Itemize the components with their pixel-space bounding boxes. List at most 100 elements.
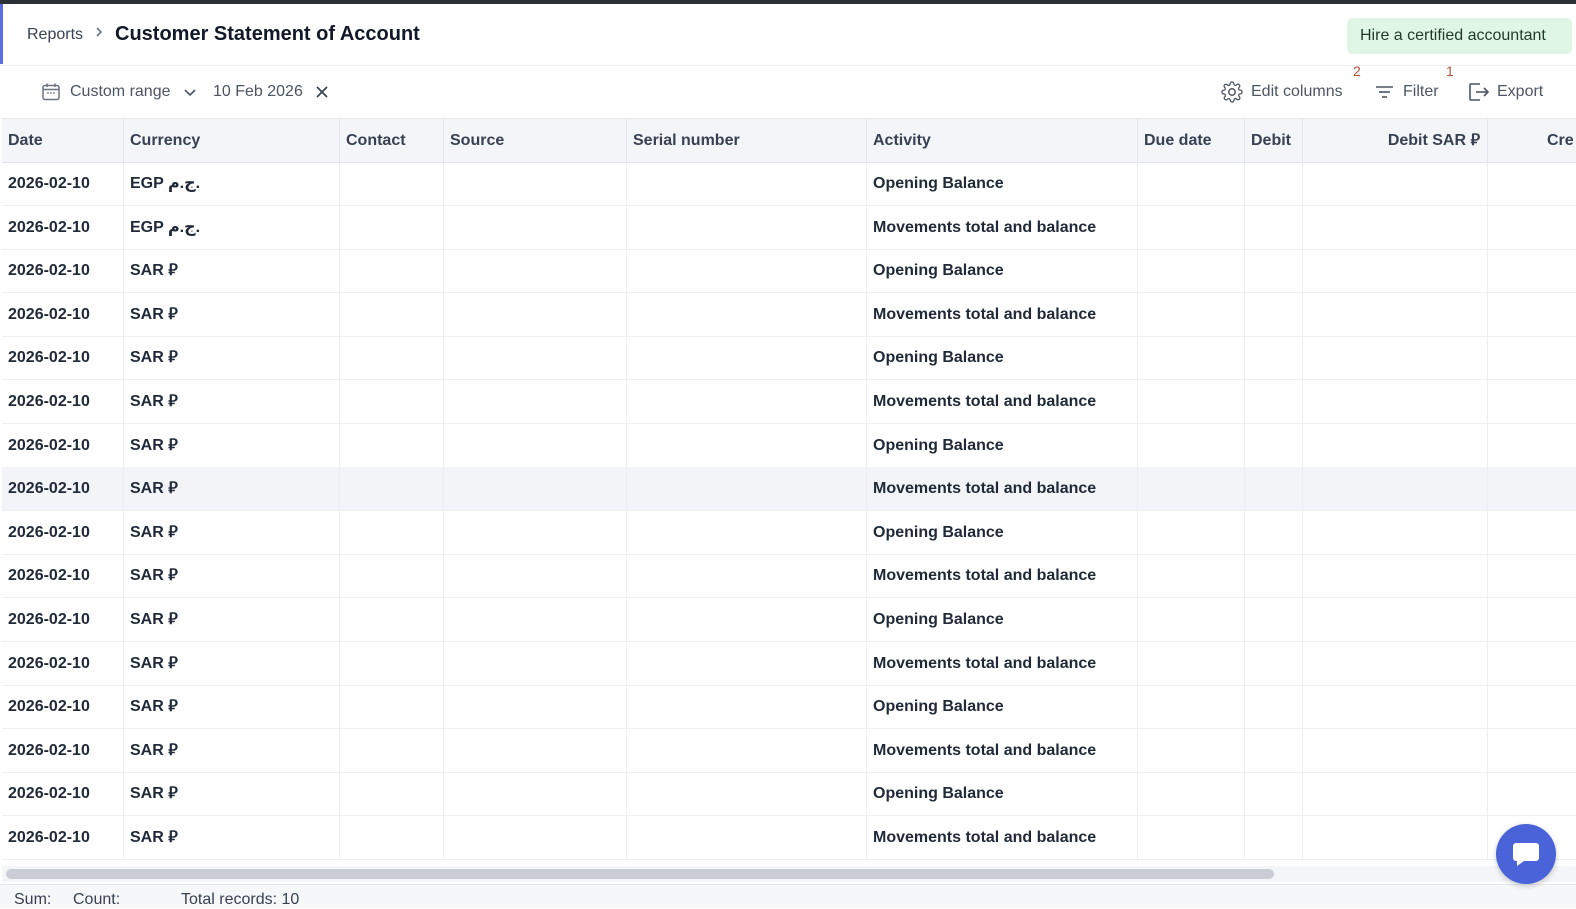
column-header-debit[interactable]: Debit xyxy=(1245,119,1303,162)
cell-currency: SAR ⃁ xyxy=(124,641,340,685)
cell-serial-number xyxy=(627,380,867,423)
close-icon xyxy=(315,85,329,99)
cell-due-date xyxy=(1138,162,1245,205)
table-row[interactable]: 2026-02-10 SAR ⃁ Movements total and balan… xyxy=(2,292,1576,337)
footer-sum: Sum: xyxy=(14,891,52,908)
cell-debit-sar xyxy=(1303,205,1488,249)
date-range-selector[interactable]: Custom range xyxy=(41,66,197,118)
cell-serial-number xyxy=(627,249,867,293)
cell-source xyxy=(444,249,627,293)
hire-accountant-button[interactable]: Hire a certified accountant xyxy=(1347,18,1572,54)
column-header-date[interactable]: Date xyxy=(2,119,124,162)
cell-debit-sar xyxy=(1303,598,1488,641)
table-row[interactable]: 2026-02-10 SAR ⃁ Movements total and balan… xyxy=(2,641,1576,686)
cell-credit xyxy=(1488,162,1576,205)
cell-serial-number xyxy=(627,554,867,598)
table-row[interactable]: 2026-02-10 SAR ⃁ Movements total and balan… xyxy=(2,816,1576,860)
cell-debit xyxy=(1245,467,1303,511)
cell-activity: Opening Balance xyxy=(867,249,1138,293)
cell-activity: Movements total and balance xyxy=(867,641,1138,685)
cell-credit xyxy=(1488,249,1576,292)
cell-due-date xyxy=(1138,510,1245,554)
column-header-debit-sar[interactable]: Debit SAR ⃁ xyxy=(1303,119,1488,162)
column-header-serial-number[interactable]: Serial number xyxy=(627,119,867,162)
cell-contact xyxy=(340,162,444,205)
cell-currency: SAR ⃁ xyxy=(124,467,340,511)
gear-icon xyxy=(1221,81,1243,103)
date-value[interactable]: 10 Feb 2026 xyxy=(213,66,303,118)
table-row[interactable]: 2026-02-10 EGP ج.م. Opening Balance xyxy=(2,162,1576,206)
cell-debit-sar xyxy=(1303,685,1488,729)
cell-debit-sar xyxy=(1303,510,1488,554)
cell-activity: Opening Balance xyxy=(867,336,1138,380)
table-row[interactable]: 2026-02-10 SAR ⃁ Opening Balance xyxy=(2,772,1576,817)
table-row[interactable]: 2026-02-10 SAR ⃁ Opening Balance xyxy=(2,336,1576,381)
cell-due-date xyxy=(1138,772,1245,816)
cell-debit-sar xyxy=(1303,423,1488,467)
table-row[interactable]: 2026-02-10 SAR ⃁ Opening Balance xyxy=(2,249,1576,294)
cell-serial-number xyxy=(627,598,867,641)
cell-credit xyxy=(1488,511,1576,554)
clear-date-button[interactable] xyxy=(315,66,329,118)
column-header-due-date[interactable]: Due date xyxy=(1138,119,1245,162)
table-row[interactable]: 2026-02-10 SAR ⃁ Opening Balance xyxy=(2,598,1576,642)
column-header-contact[interactable]: Contact xyxy=(340,119,444,162)
cell-source xyxy=(444,554,627,598)
cell-currency: SAR ⃁ xyxy=(124,249,340,293)
table-row[interactable]: 2026-02-10 SAR ⃁ Opening Balance xyxy=(2,510,1576,555)
cell-contact xyxy=(340,641,444,685)
cell-currency: SAR ⃁ xyxy=(124,554,340,598)
horizontal-scrollbar[interactable] xyxy=(2,866,1576,882)
cell-debit xyxy=(1245,162,1303,205)
cell-contact xyxy=(340,772,444,816)
column-header-credit[interactable]: Cre xyxy=(1488,119,1576,162)
filter-button[interactable]: Filter xyxy=(1375,66,1439,118)
cell-serial-number xyxy=(627,336,867,380)
table-row[interactable]: 2026-02-10 SAR ⃁ Movements total and balan… xyxy=(2,380,1576,424)
cell-credit xyxy=(1488,467,1576,510)
cell-debit-sar xyxy=(1303,554,1488,598)
column-header-activity[interactable]: Activity xyxy=(867,119,1138,162)
scrollbar-thumb[interactable] xyxy=(6,869,1274,879)
cell-date: 2026-02-10 xyxy=(2,162,124,205)
cell-debit-sar xyxy=(1303,816,1488,859)
cell-debit-sar xyxy=(1303,336,1488,380)
statement-table: Date Currency Contact Source Serial numb… xyxy=(2,118,1576,863)
edit-columns-button[interactable]: Edit columns xyxy=(1221,66,1343,118)
column-header-source[interactable]: Source xyxy=(444,119,627,162)
export-button[interactable]: Export xyxy=(1468,66,1543,118)
column-header-currency[interactable]: Currency xyxy=(124,119,340,162)
footer-total-records: Total records: 10 xyxy=(181,891,300,908)
cell-debit-sar xyxy=(1303,292,1488,336)
cell-contact xyxy=(340,423,444,467)
cell-date: 2026-02-10 xyxy=(2,467,124,511)
cell-date: 2026-02-10 xyxy=(2,205,124,249)
table-row[interactable]: 2026-02-10 EGP ج.م. Movements total and ba… xyxy=(2,205,1576,250)
cell-serial-number xyxy=(627,641,867,685)
cell-currency: SAR ⃁ xyxy=(124,816,340,859)
cell-credit xyxy=(1488,598,1576,641)
cell-debit xyxy=(1245,772,1303,816)
table-row[interactable]: 2026-02-10 SAR ⃁ Opening Balance xyxy=(2,685,1576,730)
breadcrumb-reports[interactable]: Reports xyxy=(27,26,83,44)
cell-date: 2026-02-10 xyxy=(2,380,124,423)
cell-contact xyxy=(340,816,444,859)
cell-source xyxy=(444,336,627,380)
table-row[interactable]: 2026-02-10 SAR ⃁ Movements total and balan… xyxy=(2,728,1576,773)
table-row[interactable]: 2026-02-10 SAR ⃁ Movements total and balan… xyxy=(2,554,1576,599)
cell-debit-sar xyxy=(1303,162,1488,205)
cell-activity: Opening Balance xyxy=(867,772,1138,816)
date-value-text: 10 Feb 2026 xyxy=(213,83,303,100)
table-row[interactable]: 2026-02-10 SAR ⃁ Opening Balance xyxy=(2,423,1576,468)
cell-due-date xyxy=(1138,249,1245,293)
cell-currency: SAR ⃁ xyxy=(124,685,340,729)
chevron-right-icon xyxy=(94,25,104,44)
cell-serial-number xyxy=(627,685,867,729)
cell-activity: Movements total and balance xyxy=(867,728,1138,772)
cell-currency: SAR ⃁ xyxy=(124,380,340,423)
edit-columns-label: Edit columns xyxy=(1251,83,1343,100)
cell-date: 2026-02-10 xyxy=(2,249,124,293)
table-row[interactable]: 2026-02-10 SAR ⃁ Movements total and balan… xyxy=(2,467,1576,512)
chat-button[interactable] xyxy=(1496,824,1556,884)
cell-activity: Movements total and balance xyxy=(867,205,1138,249)
